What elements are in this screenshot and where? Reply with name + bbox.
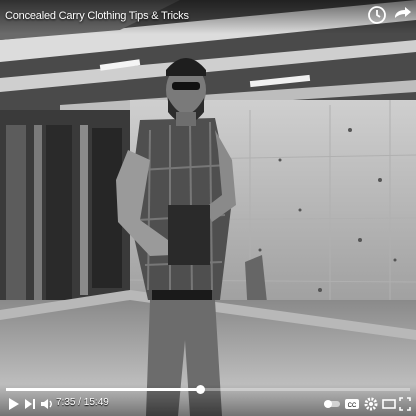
control-bar: 7:35 / 15:49 CC xyxy=(0,384,416,416)
progress-played xyxy=(6,388,200,391)
title-bar: Concealed Carry Clothing Tips & Tricks xyxy=(0,0,416,34)
video-frame xyxy=(0,0,416,416)
settings-icon[interactable] xyxy=(364,397,378,411)
video-player[interactable]: Concealed Carry Clothing Tips & Tricks 7… xyxy=(0,0,416,416)
volume-icon[interactable] xyxy=(40,397,54,411)
theater-mode-icon[interactable] xyxy=(382,397,396,411)
time-display: 7:35 / 15:49 xyxy=(56,397,109,408)
video-title[interactable]: Concealed Carry Clothing Tips & Tricks xyxy=(5,10,189,22)
next-icon[interactable] xyxy=(24,397,36,411)
scrubber-handle[interactable] xyxy=(195,385,205,394)
captions-icon[interactable]: CC xyxy=(344,397,360,411)
clock-icon[interactable] xyxy=(366,4,388,26)
svg-text:CC: CC xyxy=(348,403,357,409)
share-icon[interactable] xyxy=(391,4,413,26)
progress-bar[interactable] xyxy=(6,385,410,394)
play-icon[interactable] xyxy=(8,397,20,411)
fullscreen-icon[interactable] xyxy=(399,397,411,411)
autoplay-toggle-icon[interactable] xyxy=(323,397,341,411)
